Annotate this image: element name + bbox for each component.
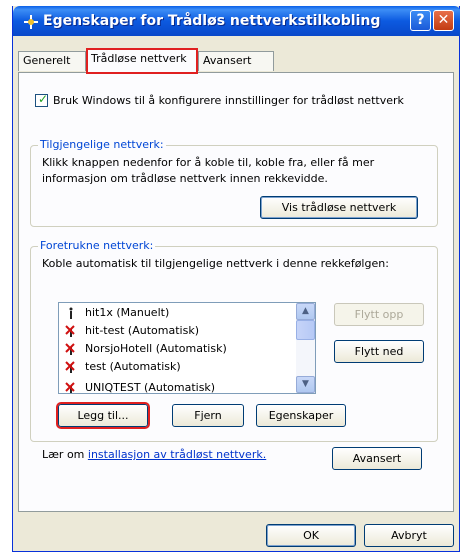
- network-label: test (Automatisk): [85, 360, 181, 373]
- title-bar[interactable]: Egenskaper for Trådløs nettverkstilkobli…: [13, 6, 460, 36]
- tab-highlight-annotation: [86, 48, 198, 74]
- antenna-x-icon: [65, 343, 75, 355]
- move-up-button[interactable]: Flytt opp: [334, 303, 424, 326]
- ok-button[interactable]: OK: [266, 524, 356, 547]
- preferred-description: Koble automatisk til tilgjengelige nettv…: [42, 257, 389, 270]
- scroll-up-icon[interactable]: ▲: [296, 303, 315, 320]
- add-button[interactable]: Legg til...: [56, 402, 150, 429]
- network-connection-icon: [24, 15, 38, 29]
- learn-text: Lær om installasjon av trådløst nettverk…: [42, 448, 266, 461]
- use-windows-label: Bruk Windows til å konfigurere innstilli…: [53, 94, 404, 107]
- view-wireless-networks-button[interactable]: Vis trådløse nettverk: [260, 196, 418, 219]
- help-button[interactable]: ?: [410, 10, 431, 31]
- use-windows-checkbox[interactable]: ✓: [35, 92, 49, 107]
- scroll-thumb[interactable]: [296, 320, 315, 340]
- tab-avansert[interactable]: Avansert: [198, 51, 274, 71]
- list-scrollbar[interactable]: ▲ ▼: [296, 303, 315, 393]
- remove-button[interactable]: Fjern: [172, 404, 244, 427]
- close-button[interactable]: ✕: [433, 10, 454, 31]
- preferred-networks-legend: Foretrukne nettverk:: [38, 239, 156, 252]
- available-description-line1: Klikk knappen nedenfor for å koble til, …: [42, 156, 375, 169]
- move-down-button[interactable]: Flytt ned: [334, 340, 424, 363]
- network-label: hit-test (Automatisk): [85, 324, 199, 337]
- window-title: Egenskaper for Trådløs nettverkstilkobli…: [43, 13, 381, 29]
- install-wireless-link[interactable]: installasjon av trådløst nettverk.: [88, 448, 266, 461]
- network-label: NorsjoHotell (Automatisk): [85, 342, 227, 355]
- checkmark-icon: ✓: [38, 92, 49, 106]
- network-label: hit1x (Manuelt): [85, 306, 170, 319]
- antenna-x-icon: [65, 325, 75, 337]
- available-description-line2: informasjon om trådløse nettverk innen r…: [42, 172, 328, 185]
- preferred-networks-list[interactable]: hit1x (Manuelt) hit-test (Automatisk) No…: [58, 302, 316, 394]
- learn-prefix: Lær om: [42, 448, 88, 461]
- scroll-down-icon[interactable]: ▼: [296, 376, 315, 393]
- tab-generelt[interactable]: Generelt: [18, 51, 86, 71]
- properties-button[interactable]: Egenskaper: [256, 404, 346, 427]
- available-networks-legend: Tilgjengelige nettverk:: [38, 138, 166, 151]
- antenna-x-icon: [65, 382, 75, 393]
- antenna-icon: [69, 307, 73, 319]
- advanced-button[interactable]: Avansert: [332, 447, 422, 470]
- cancel-button[interactable]: Avbryt: [364, 524, 454, 547]
- network-label: UNIQTEST (Automatisk): [85, 381, 216, 394]
- antenna-x-icon: [65, 361, 75, 373]
